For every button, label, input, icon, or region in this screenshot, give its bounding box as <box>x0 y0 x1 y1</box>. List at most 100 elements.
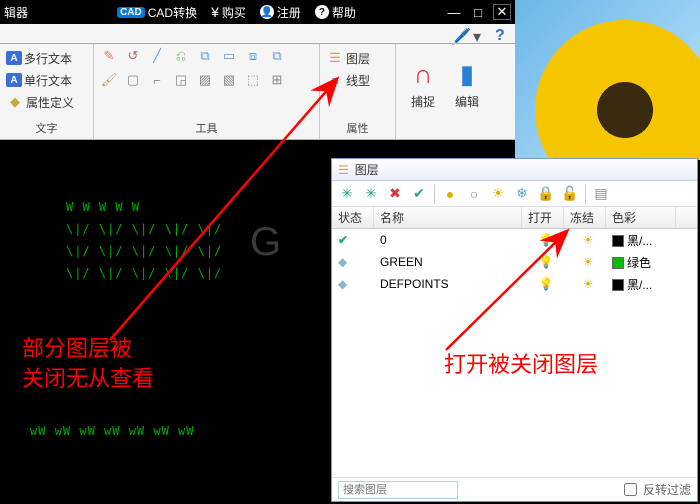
col-color[interactable]: 色彩 <box>606 207 676 228</box>
color-label: 绿色 <box>627 256 651 270</box>
layer-row[interactable]: ◆ GREEN 💡 ☀ 绿色 <box>332 251 697 273</box>
invert-filter-checkbox[interactable] <box>624 483 637 496</box>
bulb-off-icon[interactable]: ○ <box>465 185 483 203</box>
capture-button[interactable]: ∩ 捕捉 <box>402 47 444 121</box>
tool-icon[interactable]: ⎌ <box>172 47 190 65</box>
tool-icon[interactable]: ▧ <box>220 71 238 89</box>
layer-row[interactable]: ✔ 0 💡 ☀ 黑/... <box>332 229 697 251</box>
layer-panel-toolbar: ✳ ✳ ✖ ✔ ● ○ ☀ ❄ 🔒 🔓 ▤ <box>332 181 697 207</box>
attr-def-button[interactable]: ◆ 属性定义 <box>6 91 74 113</box>
layer-name: GREEN <box>374 255 522 269</box>
help-icon[interactable]: ? <box>495 27 509 41</box>
col-name[interactable]: 名称 <box>374 207 522 228</box>
new-layer-star-icon[interactable]: ✳ <box>362 185 380 203</box>
text-a-icon: A <box>6 73 22 87</box>
tool-icon[interactable]: ⊞ <box>268 71 286 89</box>
minimize-button[interactable]: — <box>445 4 463 20</box>
yen-icon: ¥ <box>211 4 219 20</box>
tool-icon[interactable]: ⧈ <box>244 47 262 65</box>
cad-convert-link[interactable]: CAD CAD转换 <box>117 4 197 21</box>
col-state[interactable]: 状态 <box>332 207 374 228</box>
layer-panel-title: 图层 <box>355 161 379 178</box>
tool-icon[interactable]: ⬚ <box>244 71 262 89</box>
tool-icon[interactable]: ⧉ <box>268 47 286 65</box>
tool-icon[interactable]: ⧉ <box>196 47 214 65</box>
tag-icon: ◆ <box>6 93 24 111</box>
layer-panel-titlebar[interactable]: ☰ 图层 <box>332 159 697 181</box>
sun-icon[interactable]: ☀ <box>583 255 594 269</box>
ribbon: A 多行文本 A 单行文本 ◆ 属性定义 文字 ✎ ↺ ╱ ⎌ <box>0 44 515 140</box>
tool-icon[interactable]: ✎ <box>100 47 118 65</box>
quick-access-bar: 🖊️ ▾ ? <box>0 24 515 44</box>
chevron-down-icon[interactable]: ▾ <box>473 27 487 41</box>
lock-open-icon[interactable]: 🔓 <box>561 185 579 203</box>
annotation-right: 打开被关闭图层 <box>444 350 598 380</box>
linetype-button[interactable]: ≡ 线型 <box>326 69 370 91</box>
bulb-off-icon[interactable]: 💡 <box>539 277 554 291</box>
layers-icon: ☰ <box>326 49 344 67</box>
tools-grid: ✎ ↺ ╱ ⎌ ⧉ ▭ ⧈ ⧉ 🖌 ▢ ⌐ ◲ ▨ ▧ ⬚ ⊞ <box>100 47 290 93</box>
new-layer-icon[interactable]: ✳ <box>338 185 356 203</box>
help-link[interactable]: ? 帮助 <box>315 4 356 21</box>
wand-icon[interactable]: 🖊️ <box>451 27 465 41</box>
layer-button[interactable]: ☰ 图层 <box>326 47 370 69</box>
layers-icon: ☰ <box>338 163 349 177</box>
tool-icon[interactable]: ╱ <box>148 47 166 65</box>
text-a-icon: A <box>6 51 22 65</box>
cad-badge-icon: CAD <box>117 7 145 18</box>
multiline-text-button[interactable]: A 多行文本 <box>6 47 74 69</box>
ribbon-group-label: 文字 <box>6 118 87 139</box>
bulb-on-icon[interactable]: 💡 <box>539 233 554 247</box>
lock-icon[interactable]: 🔒 <box>537 185 555 203</box>
set-current-icon[interactable]: ✔ <box>410 185 428 203</box>
delete-layer-icon[interactable]: ✖ <box>386 185 404 203</box>
layer-panel-footer: 反转过滤 <box>332 477 697 501</box>
layer-table-header: 状态 名称 打开 冻结 色彩 <box>332 207 697 229</box>
layer-icon: ◆ <box>338 255 347 269</box>
buy-link[interactable]: ¥ 购买 <box>211 4 246 21</box>
tool-icon[interactable]: ▭ <box>220 47 238 65</box>
ribbon-group-label: 属性 <box>326 118 389 139</box>
desktop-wallpaper <box>515 0 700 160</box>
invert-filter-label: 反转过滤 <box>643 481 691 498</box>
sun-icon[interactable]: ☀ <box>489 185 507 203</box>
bulb-off-icon[interactable]: 💡 <box>539 255 554 269</box>
snowflake-icon[interactable]: ❄ <box>513 185 531 203</box>
app-title-fragment: 辑器 <box>4 4 28 21</box>
tool-icon[interactable]: ▨ <box>196 71 214 89</box>
clipboard-icon: ▮ <box>460 59 474 90</box>
layer-search-input[interactable] <box>338 481 458 499</box>
color-label: 黑/... <box>627 278 652 292</box>
title-bar: 辑器 CAD CAD转换 ¥ 购买 👤 注册 ? 帮助 — □ ✕ <box>0 0 515 24</box>
annotation-left: 部分图层被 关闭无从查看 <box>22 334 154 393</box>
linetype-icon: ≡ <box>326 71 344 89</box>
ribbon-group-label <box>402 122 490 139</box>
layer-name: 0 <box>374 233 522 247</box>
close-button[interactable]: ✕ <box>493 4 511 20</box>
color-label: 黑/... <box>627 234 652 248</box>
edit-button[interactable]: ▮ 编辑 <box>446 47 488 121</box>
singleline-text-button[interactable]: A 单行文本 <box>6 69 74 91</box>
sun-icon[interactable]: ☀ <box>583 277 594 291</box>
states-icon[interactable]: ▤ <box>592 185 610 203</box>
tool-icon[interactable]: ◲ <box>172 71 190 89</box>
col-open[interactable]: 打开 <box>522 207 564 228</box>
watermark: G <box>250 220 281 265</box>
layer-name: DEFPOINTS <box>374 277 522 291</box>
magnet-icon: ∩ <box>414 59 433 90</box>
layer-icon: ◆ <box>338 277 347 291</box>
ribbon-group-label: 工具 <box>100 118 313 139</box>
check-icon: ✔ <box>338 233 348 247</box>
tool-icon[interactable]: ↺ <box>124 47 142 65</box>
tool-icon[interactable]: ⌐ <box>148 71 166 89</box>
tool-icon[interactable]: ▢ <box>124 71 142 89</box>
layer-panel: ☰ 图层 ✳ ✳ ✖ ✔ ● ○ ☀ ❄ 🔒 🔓 ▤ 状态 名称 打开 冻结 色… <box>331 158 698 502</box>
col-freeze[interactable]: 冻结 <box>564 207 606 228</box>
maximize-button[interactable]: □ <box>469 4 487 20</box>
bulb-icon[interactable]: ● <box>441 185 459 203</box>
sun-icon[interactable]: ☀ <box>583 233 594 247</box>
tool-icon[interactable]: 🖌 <box>100 71 118 89</box>
help-icon: ? <box>315 5 329 19</box>
register-link[interactable]: 👤 注册 <box>260 4 301 21</box>
layer-row[interactable]: ◆ DEFPOINTS 💡 ☀ 黑/... <box>332 273 697 295</box>
